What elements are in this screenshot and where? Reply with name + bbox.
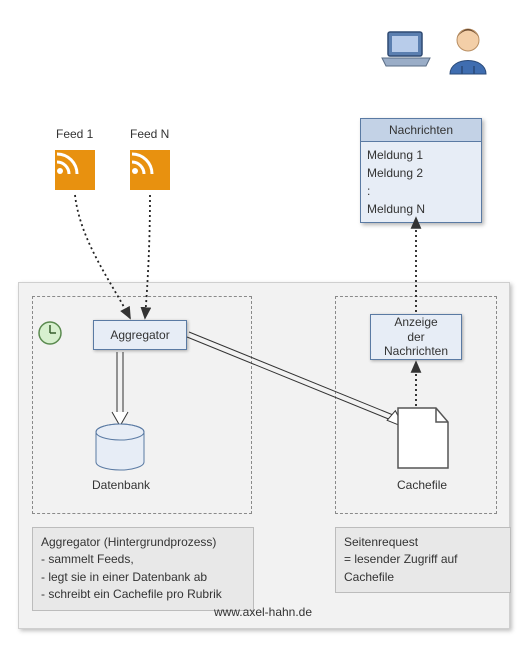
note-line: - legt sie in einer Datenbank ab xyxy=(41,569,245,586)
footer-url: www.axel-hahn.de xyxy=(18,605,508,619)
note-line: Seitenrequest xyxy=(344,534,502,551)
file-icon xyxy=(398,408,448,468)
request-note: Seitenrequest = lesender Zugriff auf Cac… xyxy=(335,527,511,593)
note-line: = lesender Zugriff auf Cachefile xyxy=(344,551,502,586)
note-line: - schreibt ein Cachefile pro Rubrik xyxy=(41,586,245,603)
datenbank-label: Datenbank xyxy=(92,478,150,492)
note-title: Aggregator (Hintergrundprozess) xyxy=(41,534,245,551)
database-icon xyxy=(96,424,144,470)
cachefile-label: Cachefile xyxy=(397,478,447,492)
aggregator-note: Aggregator (Hintergrundprozess) - sammel… xyxy=(32,527,254,611)
note-line: - sammelt Feeds, xyxy=(41,551,245,568)
